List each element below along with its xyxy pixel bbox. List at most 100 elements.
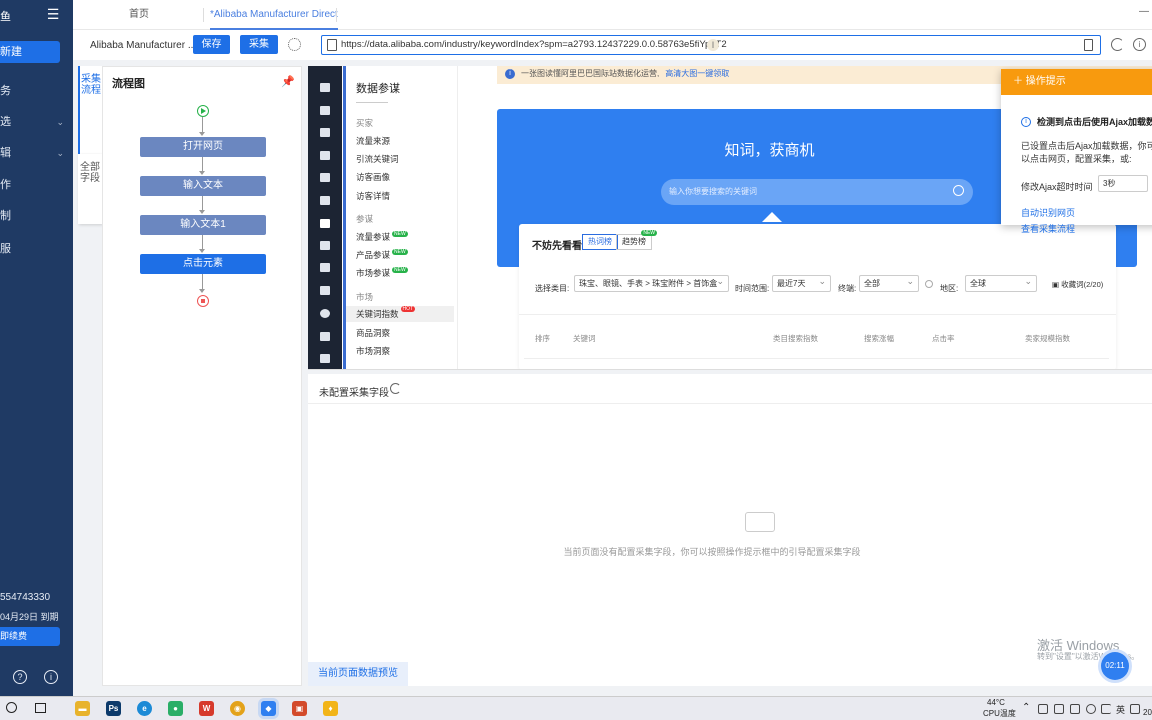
- shop-icon[interactable]: [320, 106, 330, 115]
- sidebar-item-task[interactable]: 务: [0, 81, 73, 101]
- renew-button[interactable]: 即续费: [0, 627, 60, 646]
- category-select[interactable]: 珠宝、眼镜、手表 > 珠宝附件 > 首饰盒: [574, 275, 729, 292]
- view-flow-link[interactable]: 查看采集流程: [1021, 222, 1075, 235]
- menu-item-label: 关键词指数: [356, 309, 399, 319]
- time-range-select[interactable]: 最近7天: [772, 274, 831, 292]
- flow-node-input-text[interactable]: 输入文本: [140, 176, 266, 196]
- flow-connector: [202, 235, 203, 249]
- open-page-icon[interactable]: [1084, 39, 1093, 51]
- tab-hot-words[interactable]: 热词榜: [582, 234, 618, 250]
- timer-badge[interactable]: 02:11: [1101, 652, 1129, 680]
- clock-year[interactable]: 20: [1143, 708, 1152, 717]
- notice-link[interactable]: 高清大图一键领取: [665, 69, 729, 78]
- chevron-down-icon: ⌄: [56, 117, 64, 127]
- save-button[interactable]: 保存: [193, 35, 230, 54]
- menu-item[interactable]: 访客画像: [356, 171, 390, 183]
- flow-node-open-page[interactable]: 打开网页: [140, 137, 266, 157]
- sidebar-item-make[interactable]: 制: [0, 206, 73, 226]
- start-icon[interactable]: [6, 702, 17, 713]
- field-config-panel: 未配置采集字段 当前页面没有配置采集字段，你可以按照操作提示框中的引导配置采集字…: [308, 374, 1152, 686]
- bell-icon[interactable]: [320, 332, 330, 341]
- data-preview-tab[interactable]: 当前页面数据预览: [308, 662, 408, 686]
- region-select[interactable]: 全球: [965, 274, 1037, 292]
- tab-all-fields[interactable]: 全部字段: [78, 154, 102, 224]
- arrow-icon[interactable]: [320, 263, 330, 272]
- tray-icon[interactable]: [1054, 704, 1064, 714]
- auto-detect-link[interactable]: 自动识别网页: [1021, 206, 1075, 219]
- wps-icon[interactable]: W: [199, 701, 214, 716]
- flow-node-click-element[interactable]: 点击元素: [140, 254, 266, 274]
- web-page-view[interactable]: 数据参谋 买家 流量来源 引流关键词 访客画像 访客详情 参谋 流量参谋 NEW …: [308, 66, 1152, 370]
- menu-item[interactable]: 流量参谋 NEW: [356, 231, 408, 243]
- grid-icon[interactable]: [320, 151, 330, 160]
- info-icon[interactable]: i: [44, 670, 58, 684]
- collector-app-icon[interactable]: ◆: [261, 701, 276, 716]
- settings-gear-icon[interactable]: [288, 38, 301, 51]
- circle-icon[interactable]: [320, 309, 330, 318]
- chart-icon[interactable]: [320, 219, 330, 228]
- info-circle-icon[interactable]: i: [1133, 38, 1146, 51]
- tab-collect-flow[interactable]: 采集流程: [78, 66, 102, 154]
- home-icon[interactable]: [320, 83, 330, 92]
- menu-item[interactable]: 市场参谋 NEW: [356, 267, 408, 279]
- sidebar-item-select[interactable]: 选 ⌄: [0, 112, 73, 132]
- users-icon[interactable]: [320, 241, 330, 250]
- display-icon[interactable]: [320, 173, 330, 182]
- tab-home[interactable]: 首页: [129, 0, 149, 30]
- explorer-icon[interactable]: ▬: [75, 701, 90, 716]
- column-header[interactable]: 点击率: [932, 333, 955, 344]
- clipboard-icon[interactable]: [320, 286, 330, 295]
- timeout-select[interactable]: 3秒: [1098, 175, 1148, 192]
- menu-item-active[interactable]: 关键词指数 HOT: [346, 306, 454, 322]
- device-select[interactable]: 全部: [859, 274, 919, 292]
- chevron-up-icon[interactable]: ⌃: [1022, 702, 1030, 713]
- sidebar-item-edit[interactable]: 辑 ⌄: [0, 143, 73, 163]
- menu-item[interactable]: 产品参谋 NEW: [356, 249, 408, 261]
- tab-task[interactable]: *Alibaba Manufacturer Direct: [210, 0, 338, 30]
- tray-icon[interactable]: [1070, 704, 1080, 714]
- windows-taskbar: ▬ Ps e ● W ◉ ◆ ▣ ♦ 44°C CPU温度 ⌃ 英 20: [0, 696, 1152, 720]
- url-input[interactable]: https://data.alibaba.com/industry/keywor…: [321, 35, 1101, 55]
- search-icon[interactable]: [953, 185, 964, 196]
- tab-trend-words[interactable]: 趋势榜 NEW: [616, 230, 657, 250]
- photoshop-icon[interactable]: Ps: [106, 701, 121, 716]
- column-header[interactable]: 卖家规模指数: [1025, 333, 1070, 344]
- help-icon[interactable]: ?: [13, 670, 27, 684]
- tray-icon[interactable]: [1038, 704, 1048, 714]
- app-icon[interactable]: ♦: [323, 701, 338, 716]
- new-task-button[interactable]: 新建: [0, 41, 60, 63]
- flow-arrow-icon: [199, 171, 205, 175]
- menu-item[interactable]: 市场洞察: [356, 345, 390, 357]
- column-header[interactable]: 搜索涨幅: [864, 333, 894, 344]
- grid-icon[interactable]: [1130, 704, 1140, 714]
- help-icon[interactable]: [925, 280, 933, 288]
- tips-header: ＋ 操作提示: [1001, 69, 1152, 95]
- ime-indicator[interactable]: 英: [1116, 703, 1125, 716]
- favorite-words-link[interactable]: ▣ 收藏词(2/20): [1052, 279, 1103, 290]
- network-icon[interactable]: [1086, 704, 1096, 714]
- pin-icon[interactable]: 📌: [281, 75, 295, 88]
- menu-item[interactable]: 引流关键词: [356, 153, 399, 165]
- sidebar-item-work[interactable]: 作: [0, 175, 73, 195]
- refresh-icon[interactable]: [390, 383, 401, 394]
- column-header[interactable]: 类目搜索指数: [773, 333, 818, 344]
- collapse-menu-icon[interactable]: ☰: [44, 6, 62, 22]
- collect-button[interactable]: 采集: [240, 35, 278, 54]
- bank-icon[interactable]: [320, 354, 330, 363]
- volume-icon[interactable]: [1101, 704, 1111, 714]
- chrome-icon[interactable]: ◉: [230, 701, 245, 716]
- edge-icon[interactable]: e: [137, 701, 152, 716]
- wechat-icon[interactable]: ●: [168, 701, 183, 716]
- flow-node-input-text-1[interactable]: 输入文本1: [140, 215, 266, 235]
- chat-icon[interactable]: [320, 196, 330, 205]
- task-view-icon[interactable]: [35, 703, 46, 713]
- menu-item[interactable]: 流量来源: [356, 135, 390, 147]
- menu-item[interactable]: 访客详情: [356, 190, 390, 202]
- shield-icon[interactable]: [320, 128, 330, 137]
- app-icon[interactable]: ▣: [292, 701, 307, 716]
- minimize-icon[interactable]: —: [1139, 6, 1149, 17]
- menu-item[interactable]: 商品洞察: [356, 327, 390, 339]
- keyword-search-input[interactable]: 输入你想要搜索的关键词: [661, 179, 973, 205]
- refresh-icon[interactable]: [1111, 38, 1124, 51]
- sidebar-item-service[interactable]: 服: [0, 239, 73, 259]
